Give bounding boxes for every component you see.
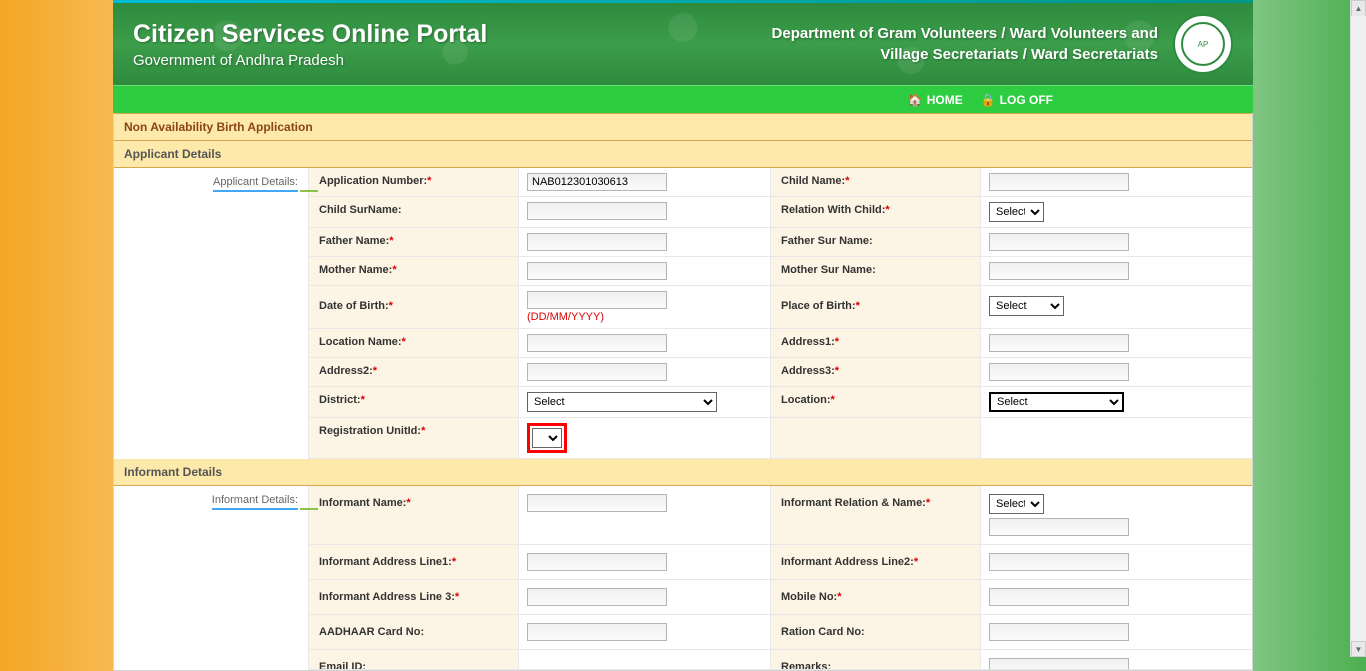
father-surname-input[interactable]	[989, 233, 1129, 251]
label-location: Location:*	[771, 387, 981, 417]
form-row: AADHAAR Card No: Ration Card No:	[309, 615, 1252, 650]
date-format-hint: (DD/MM/YYYY)	[527, 311, 762, 323]
label-address2: Address2:*	[309, 358, 519, 386]
applicant-side-label: Applicant Details:	[114, 168, 309, 459]
scrollbar-track[interactable]: ▲ ▼	[1350, 0, 1366, 657]
label-informant-addr3: Informant Address Line 3:*	[309, 580, 519, 614]
label-informant-name: Informant Name:*	[309, 486, 519, 544]
nav-bar: 🏠 HOME 🔒 LOG OFF	[113, 85, 1253, 113]
form-row: Informant Address Line1:* Informant Addr…	[309, 545, 1252, 580]
applicant-form-grid: Application Number:* Child Name:* Child …	[309, 168, 1252, 459]
label-location-name: Location Name:*	[309, 329, 519, 357]
label-father-surname: Father Sur Name:	[771, 228, 981, 256]
logoff-link[interactable]: 🔒 LOG OFF	[981, 93, 1053, 107]
registration-unit-select[interactable]	[532, 428, 562, 448]
informant-relation-name-input[interactable]	[989, 518, 1129, 536]
department-name: Department of Gram Volunteers / Ward Vol…	[772, 23, 1158, 65]
mobile-input[interactable]	[989, 588, 1129, 606]
page-wrapper: Citizen Services Online Portal Governmen…	[113, 0, 1253, 671]
district-select[interactable]: Select	[527, 392, 717, 412]
portal-subtitle: Government of Andhra Pradesh	[133, 52, 487, 69]
label-application-number: Application Number:*	[309, 168, 519, 196]
form-row: District:* Select Location:* Select	[309, 387, 1252, 418]
scroll-up-button[interactable]: ▲	[1351, 0, 1366, 16]
label-pob: Place of Birth:*	[771, 286, 981, 328]
label-registration-unit: Registration UnitId:*	[309, 418, 519, 458]
pob-select[interactable]: Select	[989, 296, 1064, 316]
informant-addr1-input[interactable]	[527, 553, 667, 571]
location-select[interactable]: Select	[989, 392, 1124, 412]
applicant-details-header: Applicant Details	[114, 141, 1252, 168]
label-ration: Ration Card No:	[771, 615, 981, 649]
form-row: Mother Name:* Mother Sur Name:	[309, 257, 1252, 286]
label-district: District:*	[309, 387, 519, 417]
application-title-header: Non Availability Birth Application	[114, 113, 1252, 141]
form-row: Date of Birth:* (DD/MM/YYYY) Place of Bi…	[309, 286, 1252, 329]
form-row: Child SurName: Relation With Child:* Sel…	[309, 197, 1252, 228]
applicant-form-section: Applicant Details: Application Number:* …	[114, 168, 1252, 459]
form-row: Application Number:* Child Name:*	[309, 168, 1252, 197]
father-name-input[interactable]	[527, 233, 667, 251]
label-remarks: Remarks:	[771, 650, 981, 670]
informant-form-section: Informant Details: Informant Name:* Info…	[114, 486, 1252, 670]
header-banner: Citizen Services Online Portal Governmen…	[113, 3, 1253, 85]
informant-relation-select[interactable]: Select	[989, 494, 1044, 514]
label-relation-child: Relation With Child:*	[771, 197, 981, 227]
form-row: Informant Address Line 3:* Mobile No:*	[309, 580, 1252, 615]
registration-unit-highlight	[527, 423, 567, 453]
label-aadhaar: AADHAAR Card No:	[309, 615, 519, 649]
address3-input[interactable]	[989, 363, 1129, 381]
informant-addr2-input[interactable]	[989, 553, 1129, 571]
state-logo-inner: AP	[1181, 22, 1225, 66]
ration-input[interactable]	[989, 623, 1129, 641]
mother-name-input[interactable]	[527, 262, 667, 280]
label-child-name: Child Name:*	[771, 168, 981, 196]
label-address3: Address3:*	[771, 358, 981, 386]
scroll-down-button[interactable]: ▼	[1351, 641, 1366, 657]
form-row: Email ID: Remarks:	[309, 650, 1252, 670]
lock-icon: 🔒	[981, 93, 996, 107]
content-area: Non Availability Birth Application Appli…	[113, 113, 1253, 671]
form-row: Informant Name:* Informant Relation & Na…	[309, 486, 1252, 545]
header-right: Department of Gram Volunteers / Ward Vol…	[772, 14, 1233, 74]
mother-surname-input[interactable]	[989, 262, 1129, 280]
label-mother-surname: Mother Sur Name:	[771, 257, 981, 285]
home-link[interactable]: 🏠 HOME	[908, 93, 963, 107]
informant-form-grid: Informant Name:* Informant Relation & Na…	[309, 486, 1252, 670]
remarks-input[interactable]	[989, 658, 1129, 670]
informant-name-input[interactable]	[527, 494, 667, 512]
label-informant-addr1: Informant Address Line1:*	[309, 545, 519, 579]
state-logo: AP	[1173, 14, 1233, 74]
informant-side-label: Informant Details:	[114, 486, 309, 670]
empty-label	[771, 418, 981, 458]
application-number-input[interactable]	[527, 173, 667, 191]
label-mobile: Mobile No:*	[771, 580, 981, 614]
label-email: Email ID:	[309, 650, 519, 670]
informant-details-header: Informant Details	[114, 459, 1252, 486]
informant-addr3-input[interactable]	[527, 588, 667, 606]
form-row: Address2:* Address3:*	[309, 358, 1252, 387]
child-name-input[interactable]	[989, 173, 1129, 191]
label-dob: Date of Birth:*	[309, 286, 519, 328]
home-icon: 🏠	[908, 93, 923, 107]
label-father-name: Father Name:*	[309, 228, 519, 256]
label-child-surname: Child SurName:	[309, 197, 519, 227]
aadhaar-input[interactable]	[527, 623, 667, 641]
child-surname-input[interactable]	[527, 202, 667, 220]
label-informant-relation: Informant Relation & Name:*	[771, 486, 981, 544]
label-address1: Address1:*	[771, 329, 981, 357]
portal-title: Citizen Services Online Portal	[133, 20, 487, 49]
relation-child-select[interactable]: Select	[989, 202, 1044, 222]
header-left: Citizen Services Online Portal Governmen…	[133, 20, 487, 69]
label-mother-name: Mother Name:*	[309, 257, 519, 285]
location-name-input[interactable]	[527, 334, 667, 352]
address2-input[interactable]	[527, 363, 667, 381]
form-row: Registration UnitId:*	[309, 418, 1252, 459]
form-row: Father Name:* Father Sur Name:	[309, 228, 1252, 257]
label-informant-addr2: Informant Address Line2:*	[771, 545, 981, 579]
dob-input[interactable]	[527, 291, 667, 309]
form-row: Location Name:* Address1:*	[309, 329, 1252, 358]
address1-input[interactable]	[989, 334, 1129, 352]
